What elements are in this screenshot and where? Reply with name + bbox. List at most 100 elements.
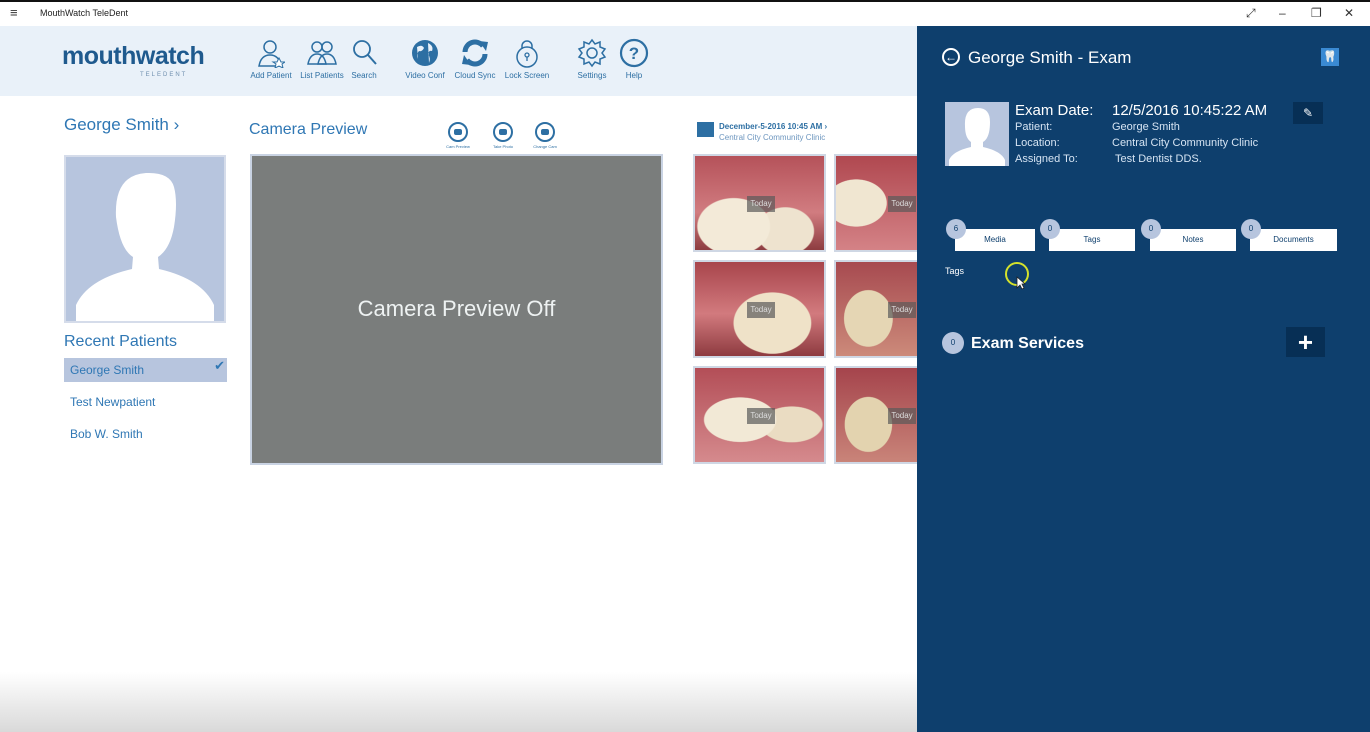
lock-screen-label: Lock Screen <box>504 71 550 80</box>
tab-tags[interactable]: Tags <box>1049 229 1135 251</box>
patient-name-link[interactable]: George Smith › <box>64 115 179 135</box>
search-label: Search <box>351 71 377 80</box>
assigned-label: Assigned To: <box>1015 153 1078 165</box>
fullscreen-icon[interactable]: ⤢ <box>1246 6 1256 21</box>
tags-count-badge: 0 <box>1040 219 1060 239</box>
video-conf-button[interactable]: Video Conf <box>402 38 448 80</box>
help-icon: ? <box>619 38 649 68</box>
tab-label: Documents <box>1273 235 1314 244</box>
recent-patient-name: Test Newpatient <box>70 395 156 409</box>
recent-patients-title: Recent Patients <box>64 333 177 350</box>
today-badge: Today <box>888 408 916 424</box>
photo-thumbnail[interactable]: Today <box>834 154 917 252</box>
switch-camera-icon <box>535 122 555 142</box>
logo: mouthwatch <box>62 42 205 70</box>
take-photo-button[interactable]: Take Photo <box>485 122 521 149</box>
media-count-badge: 6 <box>946 219 966 239</box>
globe-icon <box>412 40 438 66</box>
today-badge: Today <box>888 302 916 318</box>
gear-icon <box>577 38 607 68</box>
clinic-name: Central City Community Clinic <box>719 133 826 142</box>
close-button[interactable]: ✕ <box>1344 6 1354 20</box>
logo-subtitle: TELEDENT <box>140 72 188 78</box>
services-count-badge: 0 <box>942 332 964 354</box>
window-title: MouthWatch TeleDent <box>40 8 129 18</box>
camera-preview-off-text: Camera Preview Off <box>357 296 556 321</box>
today-badge: Today <box>888 196 916 212</box>
video-conf-label: Video Conf <box>405 71 445 80</box>
add-service-button[interactable]: + <box>1286 327 1325 357</box>
list-patients-label: List Patients <box>300 71 344 80</box>
menu-icon[interactable]: ≡ <box>10 5 18 20</box>
exam-services-title: Exam Services <box>971 335 1084 352</box>
exam-date-label: Exam Date: <box>1015 102 1094 119</box>
cam-preview-label: Cam Preview <box>446 144 470 149</box>
tab-documents[interactable]: Documents <box>1250 229 1337 251</box>
recent-patient-name: Bob W. Smith <box>70 427 143 441</box>
settings-button[interactable]: Settings <box>574 38 610 80</box>
camera-preview-title: Camera Preview <box>249 121 368 138</box>
camera-icon <box>448 122 468 142</box>
check-icon: ✔ <box>214 358 225 373</box>
exam-patient-avatar <box>945 102 1009 166</box>
photo-thumbnail[interactable]: Today <box>834 260 917 358</box>
take-photo-label: Take Photo <box>492 144 513 149</box>
tab-media[interactable]: Media <box>955 229 1035 251</box>
photo-thumbnail[interactable]: Today <box>834 366 917 464</box>
help-button[interactable]: ? Help <box>619 38 649 80</box>
notes-count-badge: 0 <box>1141 219 1161 239</box>
tooth-icon[interactable]: 🦷 <box>1321 48 1339 66</box>
person-silhouette-icon <box>949 108 1005 166</box>
tab-label: Media <box>984 235 1006 244</box>
exam-date-value: 12/5/2016 10:45:22 AM <box>1112 102 1268 119</box>
add-patient-icon <box>258 40 285 68</box>
photo-thumbnail[interactable]: Today <box>693 366 826 464</box>
documents-count-badge: 0 <box>1241 219 1261 239</box>
search-icon <box>353 40 377 65</box>
photo-thumbnail[interactable]: Today <box>693 260 826 358</box>
lock-screen-button[interactable]: Lock Screen <box>502 38 552 80</box>
tab-notes[interactable]: Notes <box>1150 229 1236 251</box>
cloud-sync-button[interactable]: Cloud Sync <box>452 38 498 80</box>
assigned-value: Test Dentist DDS. <box>1115 153 1202 165</box>
location-label: Location: <box>1015 137 1060 149</box>
exam-panel-title: George Smith - Exam <box>968 48 1132 67</box>
list-patients-icon <box>307 41 337 65</box>
change-cam-label: Change Cam <box>533 144 557 149</box>
tab-label: Notes <box>1182 235 1204 244</box>
mouse-cursor-icon <box>1016 276 1026 290</box>
add-patient-label: Add Patient <box>250 71 292 80</box>
edit-button[interactable]: ✎ <box>1293 102 1323 124</box>
patient-value: George Smith <box>1112 121 1180 133</box>
add-patient-button[interactable]: Add Patient <box>248 38 294 80</box>
photo-thumbnail[interactable]: Today <box>693 154 826 252</box>
list-patients-button[interactable]: List Patients <box>298 38 346 80</box>
settings-label: Settings <box>577 71 607 80</box>
today-badge: Today <box>747 302 775 318</box>
today-badge: Today <box>747 408 775 424</box>
minimize-button[interactable]: – <box>1279 6 1286 20</box>
today-badge: Today <box>747 196 775 212</box>
back-icon[interactable]: ← <box>942 48 960 66</box>
recent-patient-name: George Smith <box>70 363 145 377</box>
patient-label: Patient: <box>1015 121 1053 133</box>
recent-patient-item[interactable]: Bob W. Smith <box>64 422 227 446</box>
bottom-fade <box>0 672 917 732</box>
search-button[interactable]: Search <box>349 38 379 80</box>
restore-button[interactable]: ❐ <box>1311 6 1322 20</box>
recent-patient-item[interactable]: Test Newpatient <box>64 390 227 414</box>
svg-text:?: ? <box>629 44 639 63</box>
title-bar: ≡ MouthWatch TeleDent ⤢ – ❐ ✕ <box>0 0 1370 26</box>
lock-icon <box>516 40 538 68</box>
change-cam-button[interactable]: Change Cam <box>527 122 563 149</box>
calendar-icon[interactable] <box>697 122 714 137</box>
pencil-icon: ✎ <box>1302 106 1314 120</box>
help-label: Help <box>625 71 643 80</box>
recent-patient-item[interactable]: George Smith ✔ <box>64 358 227 382</box>
sync-icon <box>462 39 488 67</box>
exam-date-link[interactable]: December-5-2016 10:45 AM › <box>719 122 827 131</box>
tags-section-label: Tags <box>945 266 965 276</box>
camera-icon <box>493 122 513 142</box>
cam-preview-button[interactable]: Cam Preview <box>440 122 476 149</box>
person-silhouette-icon <box>76 172 214 321</box>
